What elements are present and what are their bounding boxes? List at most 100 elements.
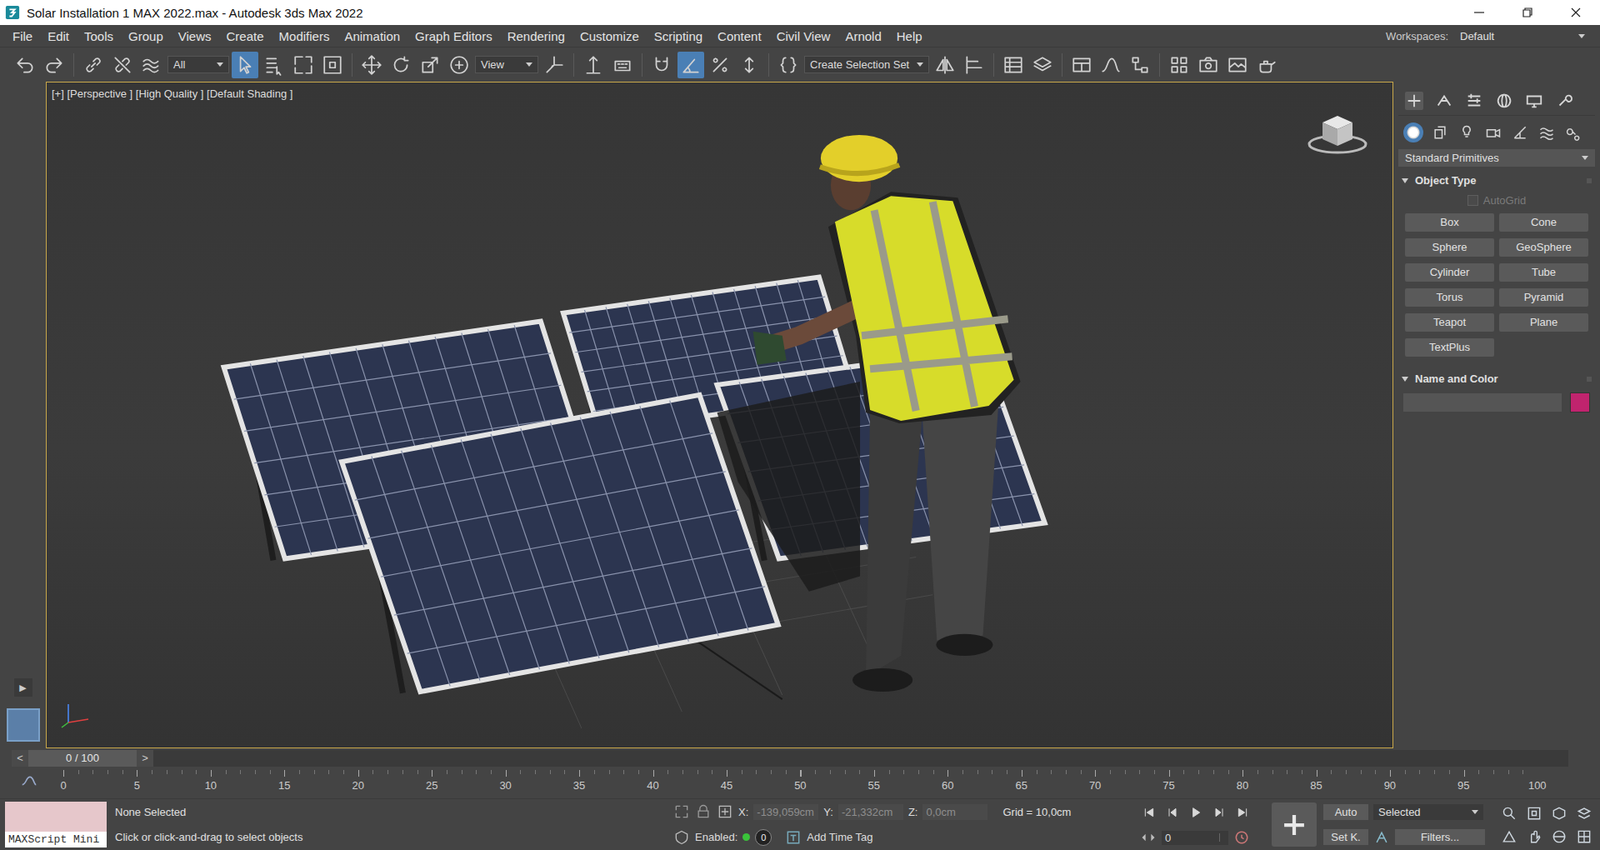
close-icon[interactable] [1551, 0, 1600, 25]
rollout-header[interactable]: Name and Color [1398, 370, 1595, 388]
zoom-all-icon[interactable] [1525, 805, 1544, 822]
menu-item[interactable]: Content [710, 29, 770, 44]
pan-icon[interactable] [1525, 828, 1544, 845]
zoom-extents-all-icon[interactable] [1575, 805, 1594, 822]
command-tab-icon[interactable] [1555, 91, 1574, 110]
menu-item[interactable]: Help [889, 29, 930, 44]
workspaces-dropdown[interactable]: Default [1455, 28, 1590, 45]
category-icon[interactable] [1563, 122, 1584, 143]
viewcube-icon[interactable] [1304, 107, 1371, 158]
primitive-button[interactable]: Cylinder [1405, 263, 1495, 282]
schematic-view-icon[interactable] [1126, 51, 1154, 79]
redo-icon[interactable] [40, 51, 68, 79]
time-slider-thumb[interactable]: <0 / 100> [11, 750, 154, 767]
worker-figure[interactable] [753, 135, 1021, 692]
object-name-field[interactable] [1403, 393, 1562, 412]
menu-item[interactable]: Scripting [646, 29, 710, 44]
y-coordinate-field[interactable]: -21,332cm [838, 804, 904, 820]
previous-frame-button[interactable]: < [11, 750, 29, 767]
maxscript-listener[interactable]: MAXScript Mini [5, 801, 107, 848]
menu-item[interactable]: Tools [76, 29, 121, 44]
previous-frame-icon[interactable] [1163, 803, 1182, 822]
key-filters-button[interactable]: Filters... [1395, 829, 1485, 845]
time-tag-icon[interactable] [785, 829, 802, 846]
render-teapot-icon[interactable] [1253, 51, 1280, 79]
material-editor-icon[interactable] [1165, 51, 1193, 79]
select-by-name-icon[interactable] [260, 51, 288, 79]
ribbon-icon[interactable] [1068, 51, 1095, 79]
coordinate-system-dropdown[interactable]: View [475, 55, 539, 74]
enabled-indicator[interactable] [742, 833, 750, 841]
curve-editor-icon[interactable] [1097, 51, 1125, 79]
menu-item[interactable]: Views [170, 29, 220, 44]
edit-named-selection-icon[interactable] [775, 51, 802, 79]
viewport-layout-thumbnail[interactable] [6, 708, 40, 742]
x-coordinate-field[interactable]: -139,059cm [753, 804, 819, 820]
add-time-tag-button[interactable]: Add Time Tag [806, 830, 873, 844]
rendered-frame-icon[interactable] [1224, 51, 1251, 79]
snap-icon[interactable] [648, 51, 675, 79]
primitive-button[interactable]: TextPlus [1405, 338, 1495, 357]
unlink-icon[interactable] [109, 51, 136, 79]
selection-filter-dropdown[interactable]: All [167, 55, 230, 74]
spinner-snap-icon[interactable] [735, 51, 763, 79]
current-frame-field[interactable]: 0 [1161, 830, 1229, 845]
primitive-button[interactable]: Teapot [1405, 313, 1495, 332]
key-filter-dropdown[interactable]: Selected [1373, 804, 1484, 820]
menu-item[interactable]: Arnold [837, 29, 889, 44]
align-icon[interactable] [960, 51, 988, 79]
primitive-button[interactable]: Tube [1499, 263, 1589, 282]
command-tab-icon[interactable] [1405, 91, 1424, 110]
rollout-header[interactable]: Object Type [1398, 171, 1595, 190]
menu-item[interactable]: Civil View [769, 29, 839, 44]
command-tab-icon[interactable] [1525, 91, 1544, 110]
time-slider-track[interactable]: <0 / 100> [11, 750, 1569, 767]
scene-explorer-icon[interactable] [1000, 51, 1027, 79]
field-of-view-icon[interactable] [1500, 828, 1519, 845]
primitive-button[interactable]: Sphere [1405, 238, 1495, 257]
isolate-selection-icon[interactable] [673, 803, 690, 820]
key-mode-icon[interactable] [1140, 829, 1157, 846]
set-key-button[interactable] [1271, 802, 1317, 847]
category-icon[interactable] [1403, 122, 1424, 143]
primitive-button[interactable]: Pyramid [1499, 288, 1589, 307]
set-key-mode-button[interactable]: Set K. [1323, 829, 1369, 845]
layer-explorer-icon[interactable] [1029, 51, 1056, 79]
absolute-mode-icon[interactable] [716, 803, 734, 820]
perspective-viewport[interactable]: [+] [Perspective ] [High Quality ] [Defa… [45, 81, 1394, 749]
minimize-icon[interactable] [1455, 0, 1504, 25]
object-color-swatch[interactable] [1570, 392, 1590, 413]
primitive-button[interactable]: Torus [1405, 288, 1495, 307]
mirror-icon[interactable] [931, 51, 959, 79]
selection-lock-icon[interactable] [695, 803, 712, 820]
primitive-button[interactable]: GeoSphere [1499, 238, 1589, 257]
play-icon[interactable] [1186, 803, 1205, 822]
zoom-extents-icon[interactable] [1550, 805, 1569, 822]
key-filters-icon[interactable] [1373, 829, 1390, 846]
menu-item[interactable]: File [5, 29, 40, 44]
time-configuration-icon[interactable] [1233, 829, 1250, 846]
category-icon[interactable] [1483, 122, 1504, 143]
restore-icon[interactable] [1503, 0, 1552, 25]
category-icon[interactable] [1510, 122, 1530, 143]
category-icon[interactable] [1536, 122, 1557, 143]
menu-item[interactable]: Modifiers [271, 29, 338, 44]
command-tab-icon[interactable] [1495, 91, 1514, 110]
viewport-label[interactable]: [+] [Perspective ] [High Quality ] [Defa… [51, 87, 293, 100]
scale-icon[interactable] [416, 51, 444, 79]
primitive-button[interactable]: Cone [1499, 213, 1589, 232]
menu-item[interactable]: Rendering [500, 29, 573, 44]
frame-ruler[interactable]: 0510152025303540455055606570758085909510… [63, 770, 1538, 792]
adaptive-degradation-icon[interactable] [673, 829, 690, 846]
expand-layouts-button[interactable]: ▶ [14, 678, 33, 697]
next-frame-button[interactable]: > [136, 750, 154, 767]
menu-item[interactable]: Group [120, 29, 171, 44]
primitive-type-dropdown[interactable]: Standard Primitives [1398, 149, 1595, 167]
region-icon[interactable] [290, 51, 317, 79]
command-tab-icon[interactable] [1465, 91, 1484, 110]
percent-snap-icon[interactable] [706, 51, 734, 79]
command-tab-icon[interactable] [1435, 91, 1454, 110]
menu-item[interactable]: Create [219, 29, 272, 44]
manipulate-icon[interactable] [580, 51, 607, 79]
autogrid-checkbox[interactable]: AutoGrid [1398, 194, 1595, 207]
